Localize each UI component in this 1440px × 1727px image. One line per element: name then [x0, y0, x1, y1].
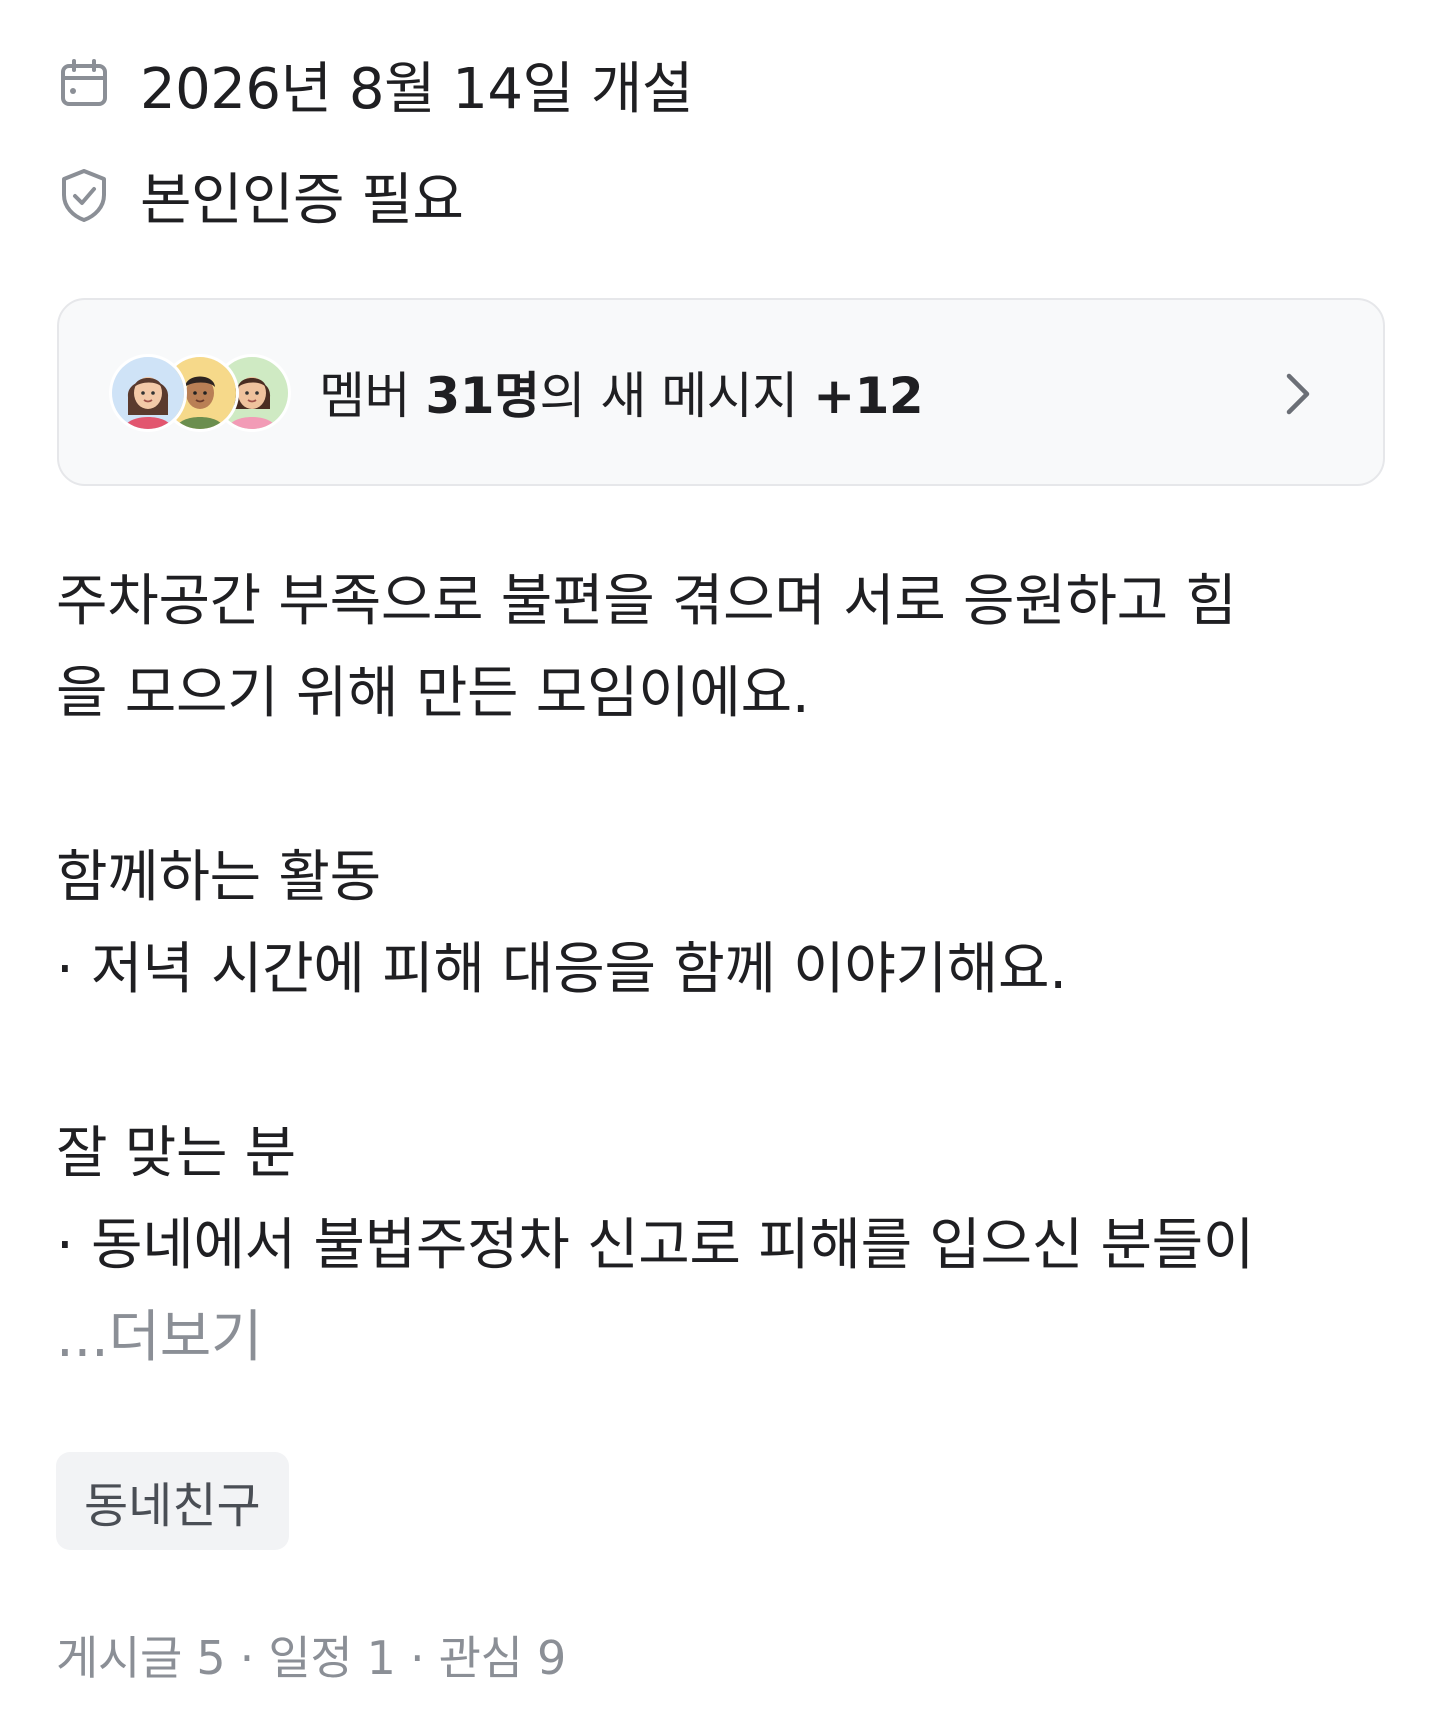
member-count: 31명: [425, 367, 540, 425]
member-messages-card[interactable]: 멤버 31명의 새 메시지 +12: [57, 298, 1385, 486]
verification-text: 본인인증 필요: [140, 167, 464, 233]
description-line: 을 모으기 위해 만든 모임이에요.: [56, 661, 810, 726]
member-messages-text: 멤버 31명의 새 메시지 +12: [319, 356, 924, 428]
fit-heading: 잘 맞는 분: [56, 1121, 296, 1186]
opened-date-row: 2026년 8월 14일 개설: [56, 44, 693, 124]
new-messages-label: 의 새 메시지: [539, 367, 814, 425]
member-label: 멤버: [319, 367, 426, 425]
activity-heading: 함께하는 활동: [56, 845, 381, 910]
category-tag[interactable]: 동네친구: [56, 1452, 289, 1550]
new-message-count: +12: [813, 367, 924, 425]
opened-date-text: 2026년 8월 14일 개설: [140, 56, 693, 122]
group-info-page: 2026년 8월 14일 개설 본인인증 필요 멤버 31명의 새 메시지 +1…: [0, 0, 1440, 1727]
shield-check-icon: [56, 167, 112, 223]
group-description: 주차공간 부족으로 불편을 겪으며 서로 응원하고 힘 을 모으기 위해 만든 …: [56, 556, 1386, 1384]
see-more-link[interactable]: ...더보기: [56, 1292, 1386, 1384]
verification-row: 본인인증 필요: [56, 155, 464, 235]
calendar-icon: [56, 56, 112, 112]
member-avatars: [109, 354, 291, 432]
avatar-woman-icon: [109, 354, 187, 432]
fit-item: · 동네에서 불법주정차 신고로 피해를 입으신 분들이: [56, 1213, 1255, 1278]
chevron-right-icon: [1269, 366, 1325, 422]
group-stats: 게시글 5 · 일정 1 · 관심 9: [56, 1631, 566, 1685]
description-line: 주차공간 부족으로 불편을 겪으며 서로 응원하고 힘: [56, 569, 1237, 634]
activity-item: · 저녁 시간에 피해 대응을 함께 이야기해요.: [56, 937, 1067, 1002]
